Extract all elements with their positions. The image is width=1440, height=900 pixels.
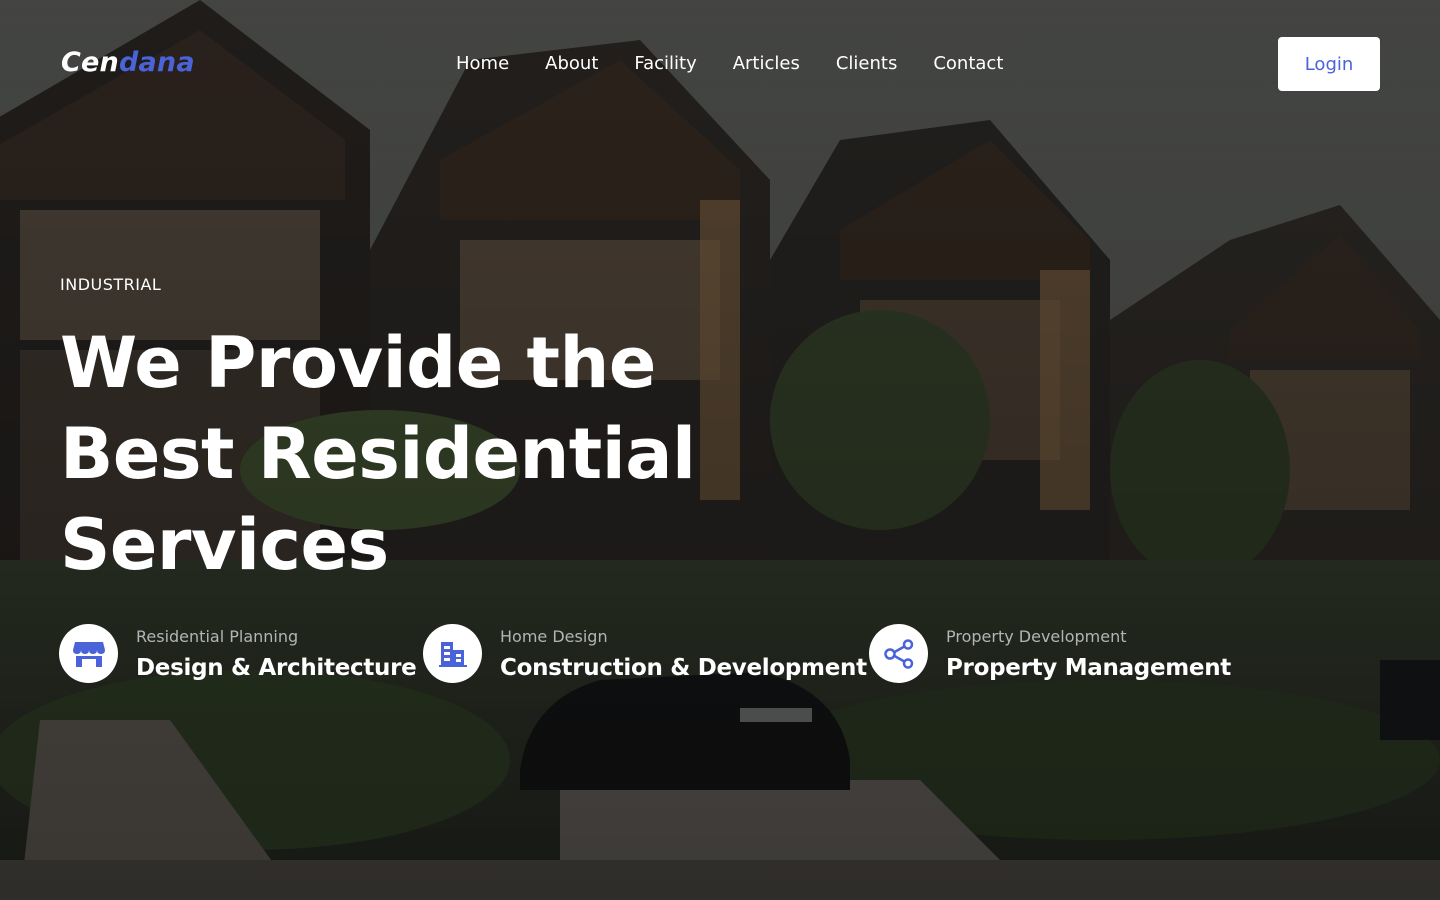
service-item-design[interactable]: Residential Planning Design & Architectu… [59, 624, 417, 683]
nav-link-contact[interactable]: Contact [933, 52, 1003, 76]
service-title: Property Management [946, 655, 1232, 681]
brand-logo[interactable]: Cendana [61, 46, 195, 80]
share-icon [869, 624, 928, 683]
nav-link-articles[interactable]: Articles [733, 52, 800, 76]
service-subtitle: Property Development [946, 627, 1127, 646]
hero-title-line: Best Residential [60, 413, 696, 495]
hero-title-line: Services [60, 504, 389, 586]
nav-link-about[interactable]: About [545, 52, 598, 76]
logo-text-primary: Cen [61, 47, 119, 78]
nav-link-home[interactable]: Home [456, 52, 509, 76]
main-nav: Home About Facility Articles Clients Con… [456, 52, 1003, 76]
service-text: Property Development Property Management [946, 624, 1231, 683]
storefront-icon [59, 624, 118, 683]
service-title: Design & Architecture [136, 655, 417, 681]
hero-title: We Provide the Best Residential Services [60, 318, 780, 591]
service-subtitle: Residential Planning [136, 627, 299, 646]
nav-link-clients[interactable]: Clients [836, 52, 898, 76]
service-text: Residential Planning Design & Architectu… [136, 624, 417, 683]
service-item-construction[interactable]: Home Design Construction & Development [423, 624, 867, 683]
service-text: Home Design Construction & Development [500, 624, 867, 683]
service-item-management[interactable]: Property Development Property Management [869, 624, 1231, 683]
login-button[interactable]: Login [1278, 37, 1380, 91]
hero-eyebrow: INDUSTRIAL [60, 275, 162, 294]
building-icon [423, 624, 482, 683]
service-subtitle: Home Design [500, 627, 608, 646]
site-header: Cendana Home About Facility Articles Cli… [0, 0, 1440, 128]
hero-title-line: We Provide the [60, 322, 656, 404]
service-title: Construction & Development [500, 655, 867, 681]
logo-text-accent: dana [118, 47, 195, 78]
nav-link-facility[interactable]: Facility [634, 52, 696, 76]
